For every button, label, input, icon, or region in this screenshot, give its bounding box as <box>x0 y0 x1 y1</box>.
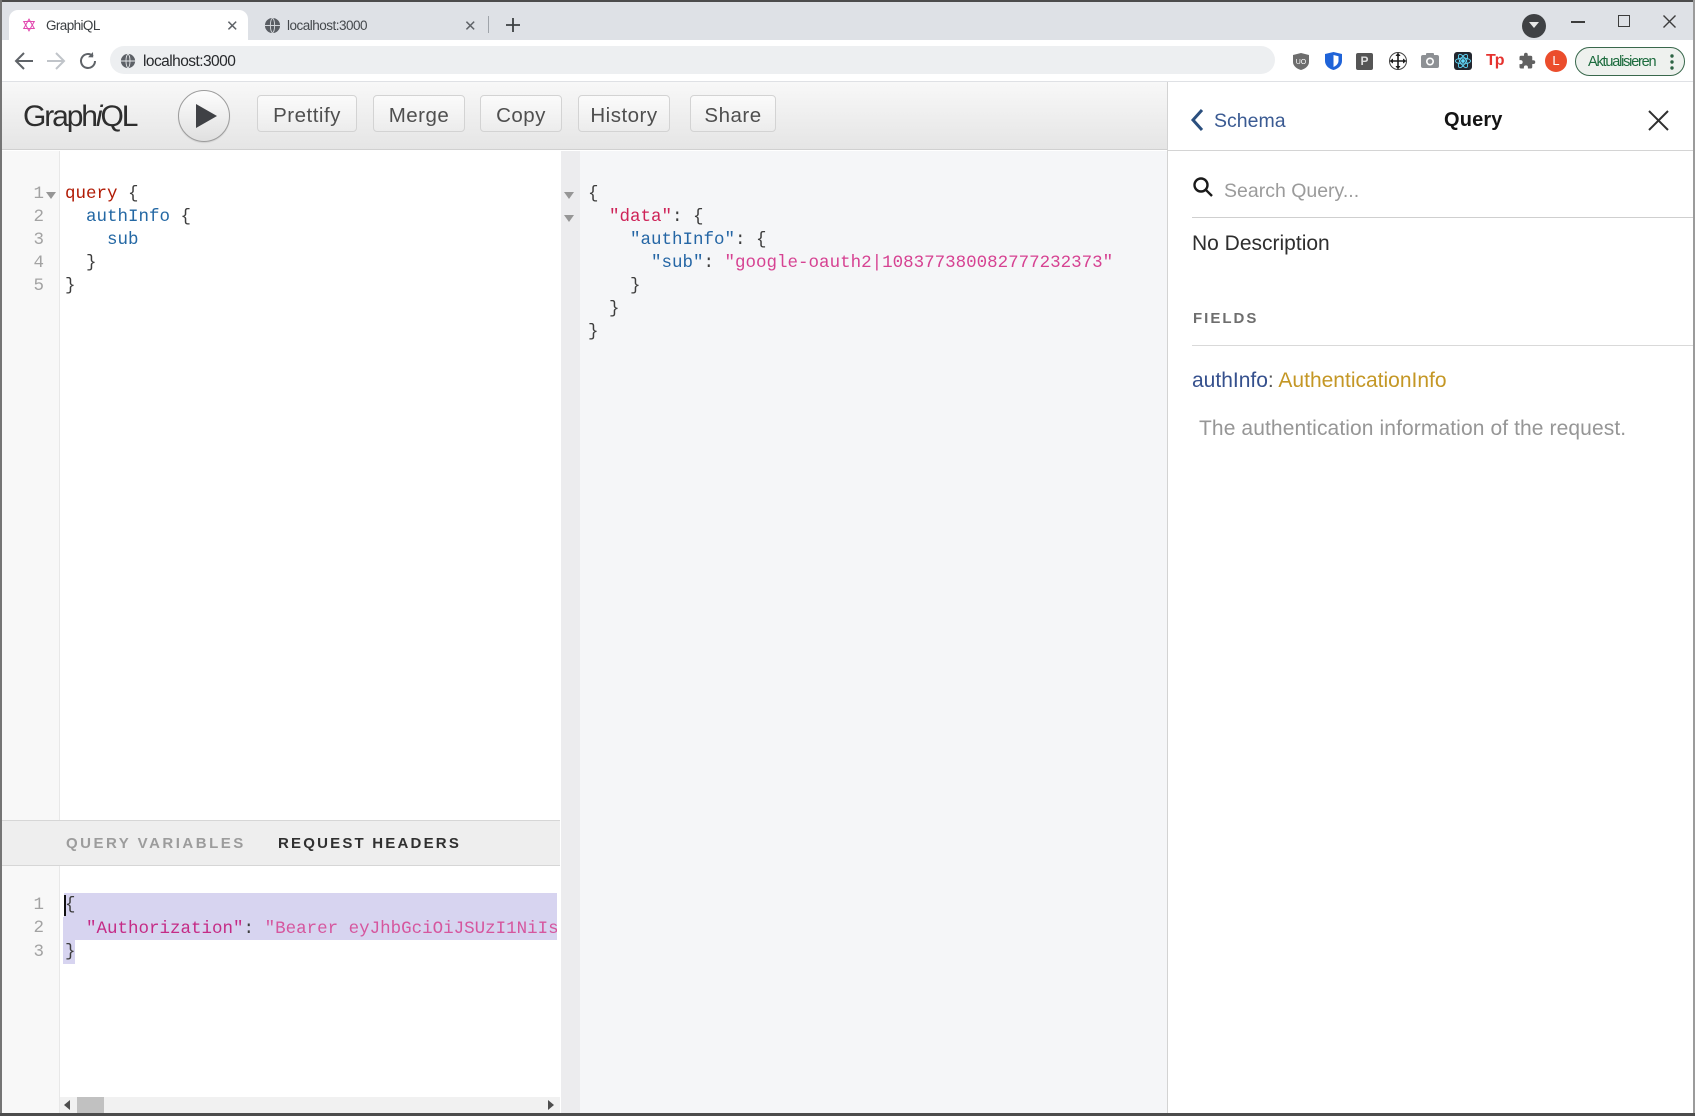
svg-text:UO: UO <box>1296 59 1307 66</box>
